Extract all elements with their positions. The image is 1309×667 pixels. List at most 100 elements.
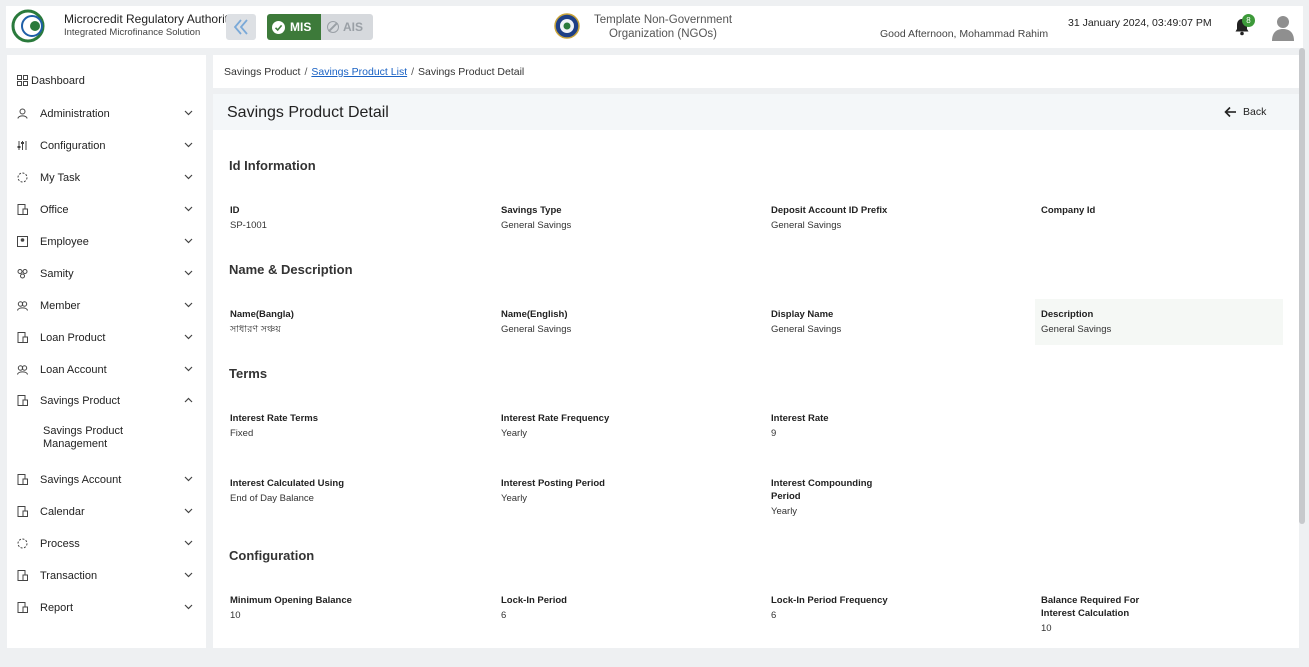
sidebar-item-configuration[interactable]: Configuration bbox=[7, 135, 206, 157]
back-label: Back bbox=[1243, 106, 1267, 118]
field-display-name: Display Name General Savings bbox=[771, 309, 842, 335]
sidebar-item-office[interactable]: Office bbox=[7, 199, 206, 221]
sidebar-item-dashboard[interactable]: Dashboard bbox=[7, 70, 206, 92]
sidebar-item-member[interactable]: Member bbox=[7, 295, 206, 317]
sidebar-item-label: Dashboard bbox=[31, 75, 85, 87]
detail-panel: Savings Product Detail Back Id Informati… bbox=[213, 94, 1299, 648]
field-interest-calculated-using: Interest Calculated Using End of Day Bal… bbox=[230, 478, 345, 504]
user-avatar-icon[interactable] bbox=[1270, 14, 1296, 42]
chevron-down-icon bbox=[184, 604, 193, 610]
field-balance-required-for-interest-calculation: Balance Required For Interest Calculatio… bbox=[1041, 595, 1140, 634]
task-icon bbox=[17, 172, 28, 183]
chevron-down-icon bbox=[184, 334, 193, 340]
sidebar-item-report[interactable]: Report bbox=[7, 597, 206, 619]
section-title-id-information: Id Information bbox=[229, 158, 316, 173]
sidebar-item-label: Administration bbox=[40, 108, 110, 120]
process-icon bbox=[17, 538, 28, 549]
chevron-down-icon bbox=[184, 366, 193, 372]
field-interest-compounding-period: Interest Compounding Period Yearly bbox=[771, 478, 873, 517]
sidebar-item-label: Office bbox=[40, 204, 69, 216]
field-interest-posting-period: Interest Posting Period Yearly bbox=[501, 478, 605, 504]
sidebar-item-process[interactable]: Process bbox=[7, 533, 206, 555]
sidebar-item-transaction[interactable]: Transaction bbox=[7, 565, 206, 587]
sliders-icon bbox=[17, 141, 27, 150]
office-icon bbox=[17, 204, 28, 215]
chevron-down-icon bbox=[184, 476, 193, 482]
field-interest-rate-terms: Interest Rate Terms Fixed bbox=[230, 413, 318, 439]
chevron-down-icon bbox=[184, 206, 193, 212]
sidebar-item-label: Employee bbox=[40, 236, 89, 248]
field-savings-type: Savings Type General Savings bbox=[501, 205, 572, 231]
sidebar-item-calendar[interactable]: Calendar bbox=[7, 501, 206, 523]
sidebar-item-label: Configuration bbox=[40, 140, 106, 152]
notification-count-badge: 8 bbox=[1242, 14, 1255, 27]
page-title: Savings Product Detail bbox=[227, 104, 389, 121]
account-icon bbox=[17, 365, 28, 375]
chevron-down-icon bbox=[184, 508, 193, 514]
sidebar-item-employee[interactable]: Employee bbox=[7, 231, 206, 253]
sidebar-item-my-task[interactable]: My Task bbox=[7, 167, 206, 189]
sidebar-subitem-savings-product-management[interactable]: Savings Product Management bbox=[43, 425, 163, 451]
chevron-down-icon bbox=[184, 572, 193, 578]
chevron-down-icon bbox=[184, 174, 193, 180]
user-greeting: Good Afternoon, Mohammad Rahim bbox=[880, 28, 1049, 40]
mis-label: MIS bbox=[290, 20, 312, 34]
collapse-sidebar-button[interactable] bbox=[226, 14, 256, 40]
document-icon bbox=[17, 395, 28, 406]
field-deposit-account-id-prefix: Deposit Account ID Prefix General Saving… bbox=[771, 205, 888, 231]
employee-icon bbox=[17, 236, 28, 247]
chevron-down-icon bbox=[184, 540, 193, 546]
sidebar-item-label: Transaction bbox=[40, 570, 98, 582]
document-icon bbox=[17, 474, 28, 485]
section-title-name-description: Name & Description bbox=[229, 262, 353, 277]
section-title-configuration: Configuration bbox=[229, 548, 315, 563]
field-interest-rate-frequency: Interest Rate Frequency Yearly bbox=[501, 413, 610, 439]
breadcrumb: Savings Product / Savings Product List / Sav… bbox=[224, 66, 525, 78]
breadcrumb-list-link[interactable]: Savings Product List bbox=[311, 66, 407, 78]
chevron-down-icon bbox=[184, 238, 193, 244]
section-title-terms: Terms bbox=[229, 366, 268, 381]
breadcrumb-current: Savings Product Detail bbox=[418, 66, 525, 78]
transaction-icon bbox=[17, 570, 28, 581]
sidebar-item-loan-product[interactable]: Loan Product bbox=[7, 327, 206, 349]
calendar-icon bbox=[17, 506, 28, 517]
grid-icon bbox=[17, 75, 28, 86]
sidebar-item-savings-account[interactable]: Savings Account bbox=[7, 469, 206, 491]
check-circle-icon bbox=[272, 20, 285, 34]
vertical-scrollbar[interactable] bbox=[1299, 48, 1305, 524]
ais-label: AIS bbox=[343, 20, 364, 34]
field-lock-in-period-frequency: Lock-In Period Frequency 6 bbox=[771, 595, 888, 621]
ais-toggle-button[interactable]: AIS bbox=[321, 14, 373, 40]
brand-name: Microcredit Regulatory Authority bbox=[64, 12, 235, 26]
field-minimum-opening-balance: Minimum Opening Balance 10 bbox=[230, 595, 352, 621]
mis-ais-toggle: MIS AIS bbox=[267, 14, 373, 40]
field-id: ID SP-1001 bbox=[230, 205, 267, 231]
back-button[interactable]: Back bbox=[1224, 104, 1266, 120]
current-datetime: 31 January 2024, 03:49:07 PM bbox=[1068, 17, 1212, 29]
member-icon bbox=[17, 301, 28, 311]
report-icon bbox=[17, 602, 28, 613]
breadcrumb-bar: Savings Product / Savings Product List / Sav… bbox=[213, 55, 1299, 88]
field-company-id: Company Id bbox=[1041, 205, 1096, 216]
government-emblem-icon bbox=[554, 13, 580, 39]
chevron-down-icon bbox=[184, 302, 193, 308]
brand-subtitle: Integrated Microfinance Solution bbox=[64, 27, 201, 38]
top-header: Microcredit Regulatory Authority Integra… bbox=[6, 6, 1303, 48]
arrow-left-icon bbox=[1224, 106, 1236, 118]
sidebar-item-label: Calendar bbox=[40, 506, 85, 518]
sidebar-item-samity[interactable]: Samity bbox=[7, 263, 206, 285]
sidebar-item-label: Report bbox=[40, 602, 74, 614]
sidebar-item-label: Loan Account bbox=[40, 364, 107, 376]
field-interest-rate: Interest Rate 9 bbox=[771, 413, 829, 439]
sidebar-item-label: Loan Product bbox=[40, 332, 106, 344]
title-bar: Savings Product Detail Back bbox=[213, 94, 1299, 130]
sidebar-item-label: Samity bbox=[40, 268, 74, 280]
field-name-english: Name(English) General Savings bbox=[501, 309, 572, 335]
field-description: Description General Savings bbox=[1035, 299, 1283, 345]
mis-toggle-button[interactable]: MIS bbox=[267, 14, 321, 40]
sidebar-item-loan-account[interactable]: Loan Account bbox=[7, 359, 206, 381]
chevron-down-icon bbox=[184, 270, 193, 276]
sidebar-item-administration[interactable]: Administration bbox=[7, 103, 206, 125]
samity-icon bbox=[17, 269, 28, 279]
sidebar-item-savings-product[interactable]: Savings Product bbox=[7, 390, 206, 412]
